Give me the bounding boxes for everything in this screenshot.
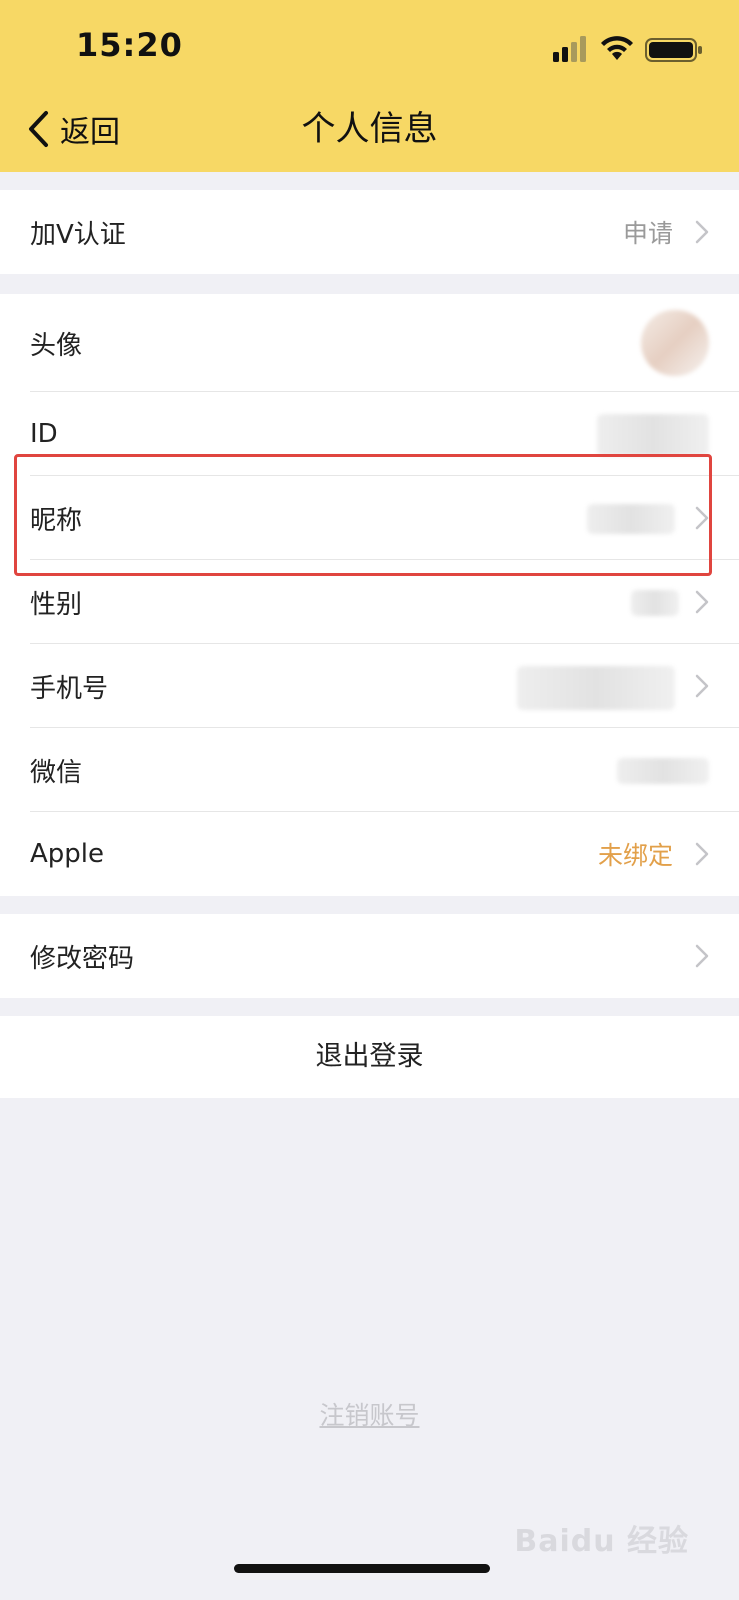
id-row: ID — [0, 392, 739, 476]
cancel-account-link[interactable]: 注销账号 — [0, 1396, 739, 1432]
apple-value: 未绑定 — [597, 841, 673, 870]
phone-value-redacted — [517, 666, 675, 710]
apple-label: Apple — [30, 839, 105, 869]
nickname-value-redacted — [587, 504, 675, 534]
chevron-right-icon — [695, 842, 709, 866]
logout-button[interactable]: 退出登录 — [0, 1016, 739, 1098]
page-title: 个人信息 — [301, 109, 438, 149]
phone-label: 手机号 — [30, 673, 109, 704]
watermark-logo: Baidu 经验 — [514, 1524, 689, 1559]
chevron-right-icon — [695, 674, 709, 698]
verify-value: 申请 — [622, 219, 673, 248]
status-time: 15:20 — [76, 26, 183, 64]
gender-value-redacted — [631, 590, 679, 616]
nickname-label: 昵称 — [30, 505, 83, 536]
gender-label: 性别 — [30, 589, 83, 620]
wechat-label: 微信 — [30, 757, 83, 788]
cellular-signal-icon — [553, 36, 586, 62]
chevron-right-icon — [695, 506, 709, 530]
wifi-icon — [601, 36, 633, 60]
apple-row[interactable]: Apple 未绑定 — [0, 812, 739, 896]
verify-label: 加V认证 — [30, 219, 126, 250]
phone-row[interactable]: 手机号 — [0, 644, 739, 728]
verify-group: 加V认证 申请 — [0, 190, 739, 274]
chevron-right-icon — [695, 590, 709, 614]
home-indicator[interactable] — [234, 1564, 490, 1573]
profile-group: 头像 ID 昵称 性别 手机号 微信 Apple 未绑定 — [0, 294, 739, 896]
avatar — [641, 310, 709, 376]
id-label: ID — [30, 419, 58, 449]
nickname-row[interactable]: 昵称 — [0, 476, 739, 560]
battery-icon — [645, 38, 702, 62]
change-password-label: 修改密码 — [30, 943, 135, 974]
gender-row[interactable]: 性别 — [0, 560, 739, 644]
security-group: 修改密码 — [0, 914, 739, 998]
chevron-right-icon — [695, 944, 709, 968]
avatar-label: 头像 — [30, 330, 83, 361]
wechat-value-redacted — [617, 758, 709, 784]
wechat-row: 微信 — [0, 728, 739, 812]
verify-row[interactable]: 加V认证 申请 — [0, 190, 739, 274]
change-password-row[interactable]: 修改密码 — [0, 914, 739, 998]
header-bar: 15:20 返回 个人信息 — [0, 0, 739, 172]
chevron-right-icon — [695, 220, 709, 244]
id-value-redacted — [597, 414, 709, 456]
avatar-row[interactable]: 头像 — [0, 294, 739, 392]
